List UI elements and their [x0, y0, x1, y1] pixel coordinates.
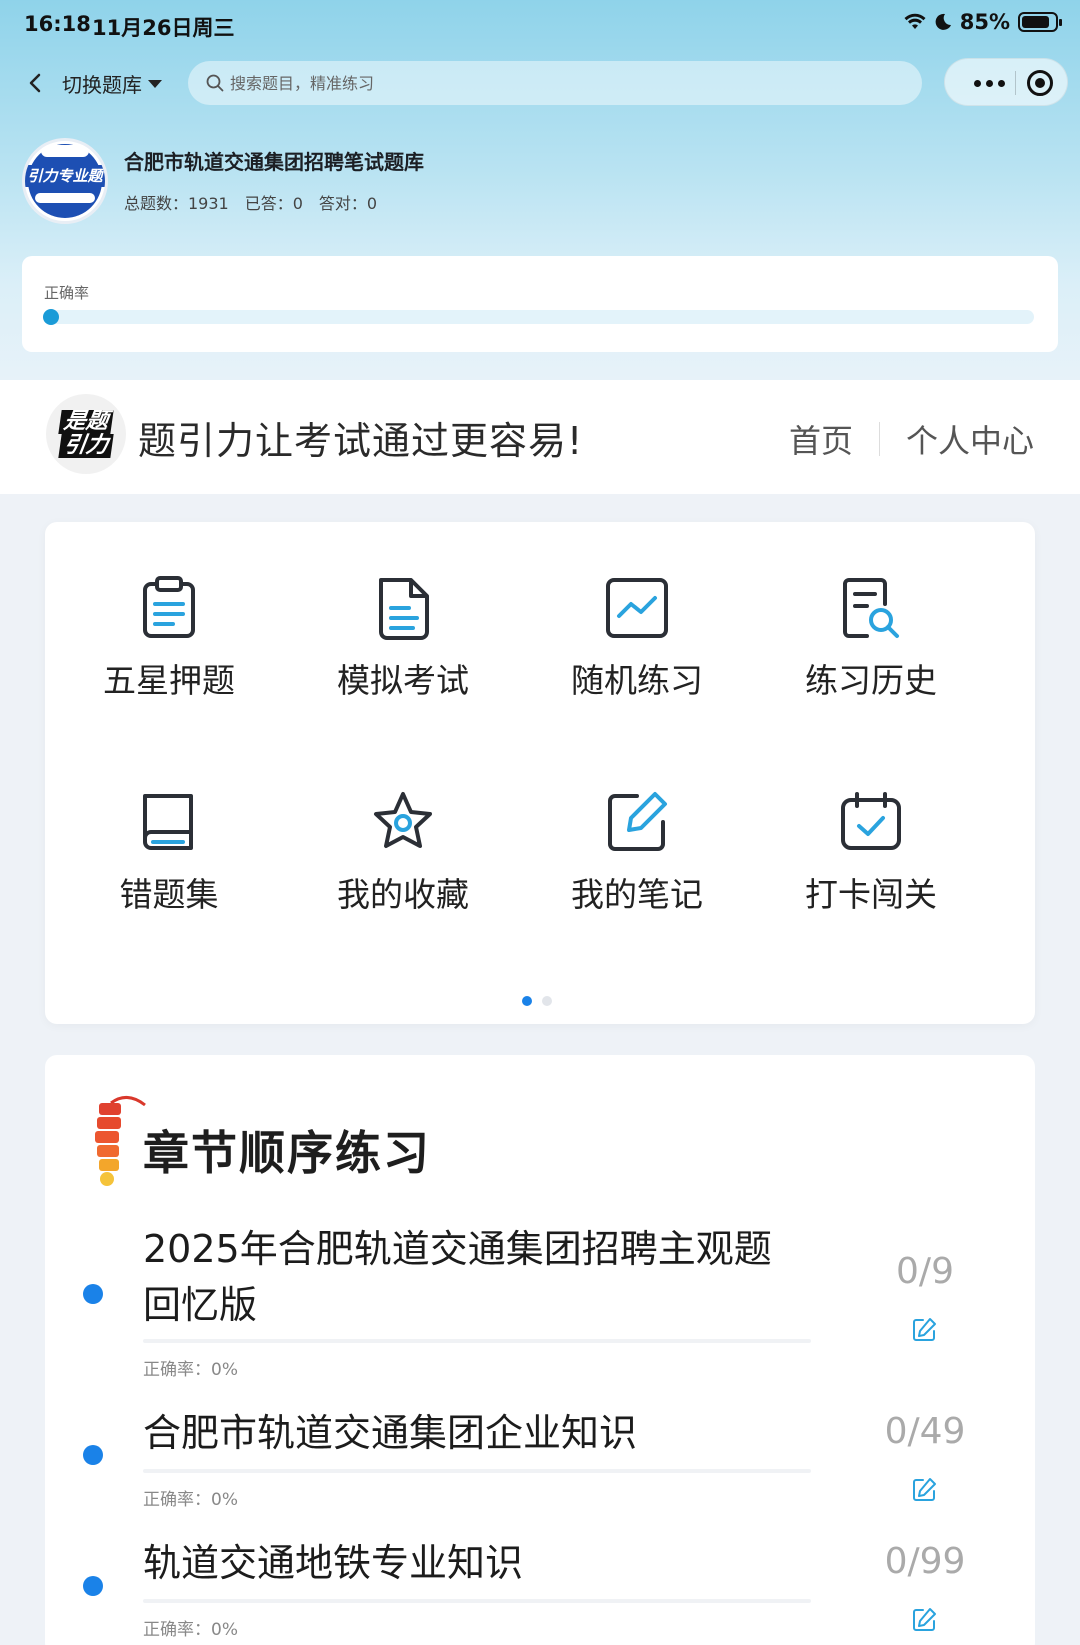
accuracy-progress-marker: [43, 309, 59, 325]
status-date: 11月26日周三: [92, 16, 235, 40]
search-bar[interactable]: [188, 61, 922, 105]
chapter-accuracy: 正确率：0%: [143, 1620, 238, 1640]
chapter-name[interactable]: 合肥市轨道交通集团企业知识: [143, 1405, 783, 1461]
battery-level: [1022, 16, 1049, 28]
status-indicators: 85%: [904, 10, 1062, 34]
note-edit-icon: [608, 792, 667, 851]
mini-program-capsule: [944, 58, 1068, 106]
chapter-section-title: 章节顺序练习: [143, 1126, 431, 1180]
grid-item-practice-history[interactable]: 练习历史: [754, 522, 988, 700]
star-icon: [374, 792, 432, 848]
function-grid: 五星押题 模拟考试 随机练习 练习历史 错题集 我的收藏 我的笔记 打卡闯关: [45, 522, 1035, 1024]
grid-item-label: 错题集: [119, 875, 219, 914]
grid-item-label: 打卡闯关: [805, 875, 937, 914]
edit-icon[interactable]: [911, 1317, 937, 1343]
nav-profile-link[interactable]: 个人中心: [906, 416, 1034, 462]
grid-item-label: 五星押题: [103, 661, 235, 700]
banner-nav-divider: [878, 422, 880, 456]
stat-answered: 已答：0: [244, 194, 303, 213]
brand-banner: 是题 引力 题引力让考试通过更容易! 首页 个人中心: [0, 380, 1080, 494]
bank-info: 引力专业题 合肥市轨道交通集团招聘笔试题库 总题数：1931 已答：0 答对：0: [22, 138, 1062, 228]
stat-correct: 答对：0: [318, 194, 378, 213]
grid-item-star-questions[interactable]: 五星押题: [52, 522, 286, 700]
grid-item-wrong-questions[interactable]: 错题集: [52, 736, 286, 914]
capsule-divider: [1015, 71, 1016, 95]
moon-icon: [935, 13, 951, 30]
caret-down-icon: [148, 79, 162, 88]
chapter-bullet: [83, 1284, 103, 1304]
chapter-name[interactable]: 轨道交通地铁专业知识: [143, 1535, 783, 1591]
status-time: 16:18: [24, 12, 91, 36]
search-icon: [206, 74, 224, 92]
chapter-progress-track: [143, 1339, 811, 1343]
brand-logo: 是题 引力: [46, 394, 126, 474]
accuracy-label: 正确率: [44, 284, 90, 302]
chapter-bullet: [83, 1576, 103, 1596]
accuracy-progress-bar: [44, 310, 1034, 324]
document-icon: [379, 578, 429, 640]
banner-nav: 首页 个人中心: [789, 416, 1034, 462]
page-dot[interactable]: [542, 996, 552, 1006]
book-icon: [143, 794, 193, 850]
more-options-icon[interactable]: [963, 59, 1015, 107]
grid-item-favorites[interactable]: 我的收藏: [286, 736, 520, 914]
chapter-name[interactable]: 2025年合肥轨道交通集团招聘主观题回忆版: [143, 1221, 783, 1333]
stat-total: 总题数：1931: [124, 194, 229, 213]
status-bar: 16:18 11月26日周三 85%: [0, 0, 1080, 48]
grid-item-label: 我的收藏: [337, 875, 469, 914]
grid-item-label: 模拟考试: [337, 661, 469, 700]
grid-item-label: 随机练习: [571, 661, 703, 700]
brand-logo-line2: 引力: [58, 433, 114, 458]
chapter-practice-section: 章节顺序练习 2025年合肥轨道交通集团招聘主观题回忆版 0/9 正确率：0% …: [45, 1055, 1035, 1645]
calendar-check-icon: [841, 792, 901, 850]
bank-logo-text: 引力专业题: [25, 165, 105, 187]
grid-item-random-practice[interactable]: 随机练习: [520, 522, 754, 700]
edit-icon[interactable]: [911, 1477, 937, 1503]
chapter-accuracy: 正确率：0%: [143, 1490, 238, 1510]
wifi-icon: [904, 13, 926, 29]
brand-slogan: 题引力让考试通过更容易!: [138, 419, 584, 463]
bank-stats: 总题数：1931 已答：0 答对：0: [124, 190, 377, 214]
grid-item-checkin[interactable]: 打卡闯关: [754, 736, 988, 914]
chapter-progress: 0/49: [884, 1411, 966, 1452]
close-mini-program-icon[interactable]: [1027, 70, 1053, 96]
bank-title: 合肥市轨道交通集团招聘笔试题库: [124, 150, 424, 174]
grid-item-label: 我的笔记: [571, 875, 703, 914]
brand-logo-line1: 是题: [58, 409, 114, 434]
page-indicator: [522, 996, 552, 1006]
history-search-icon: [843, 578, 899, 638]
chart-icon: [606, 578, 668, 638]
accuracy-card: 正确率: [22, 256, 1058, 352]
bank-logo: 引力专业题: [22, 138, 108, 224]
chapter-progress: 0/9: [896, 1251, 954, 1292]
grid-item-notes[interactable]: 我的笔记: [520, 736, 754, 914]
page-dot-active[interactable]: [522, 996, 532, 1006]
clipboard-icon: [143, 576, 195, 638]
chapter-progress-track: [143, 1599, 811, 1603]
search-input[interactable]: [230, 73, 870, 93]
chapter-bullet: [83, 1445, 103, 1465]
chapter-progress: 0/99: [884, 1541, 966, 1582]
edit-icon[interactable]: [911, 1607, 937, 1633]
grid-item-label: 练习历史: [805, 661, 937, 700]
back-icon[interactable]: [22, 68, 50, 98]
switch-bank-label: 切换题库: [62, 73, 142, 97]
grid-item-mock-exam[interactable]: 模拟考试: [286, 522, 520, 700]
nav-bar: 切换题库: [0, 58, 1080, 106]
chapter-progress-track: [143, 1469, 811, 1473]
nav-home-link[interactable]: 首页: [789, 416, 853, 462]
chapter-accuracy: 正确率：0%: [143, 1360, 238, 1380]
battery-icon: [1018, 12, 1062, 32]
battery-percent: 85%: [959, 10, 1010, 34]
switch-bank-button[interactable]: 切换题库: [62, 69, 162, 98]
